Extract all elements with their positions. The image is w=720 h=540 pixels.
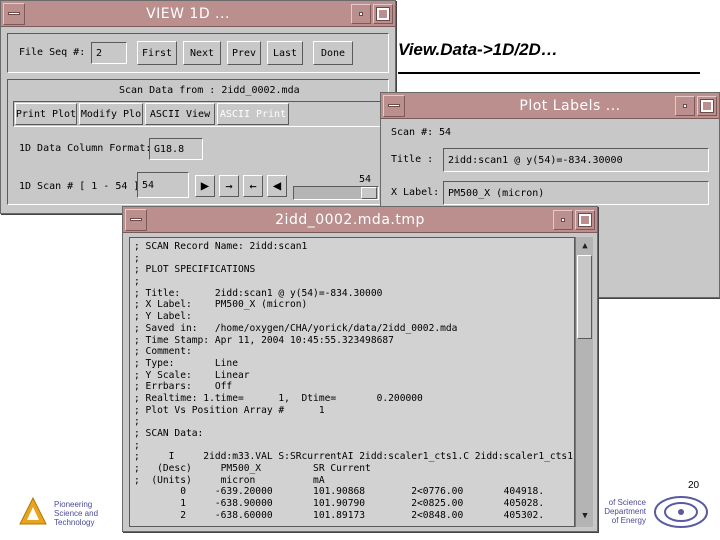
minimize-icon[interactable] (553, 209, 573, 230)
ascii-line: ; X Label: PM500_X (micron) (134, 299, 308, 311)
modify-plot-menu[interactable]: Modify Plo (79, 103, 143, 125)
ascii-title: 2idd_0002.mda.tmp (275, 211, 425, 228)
scroll-down-icon[interactable]: ▼ (578, 509, 592, 523)
ascii-line: ; (134, 252, 140, 264)
minimize-icon[interactable] (675, 95, 695, 116)
column-format-input[interactable]: G18.8 (149, 138, 203, 160)
ascii-line: ; Y Scale: Linear (134, 369, 250, 381)
ascii-line: 0 -639.20000 101.90868 2<0776.00 404918. (134, 486, 545, 498)
window-menu-icon[interactable] (3, 2, 25, 25)
scan-range-label: 1D Scan # [ 1 - 54 ]: (19, 181, 146, 192)
window-menu-icon[interactable] (125, 208, 147, 231)
footer-left-text: Pioneering Science and Technology (54, 500, 98, 527)
ascii-line: ; Errbars: Off (134, 381, 233, 393)
ascii-lines: ; SCAN Record Name: 2idd:scan1;; PLOT SP… (130, 241, 574, 522)
last-button[interactable]: Last (267, 41, 303, 65)
plot-xlabel-input[interactable]: PM500_X (micron) (443, 181, 709, 205)
done-button[interactable]: Done (313, 41, 353, 65)
ascii-line: ; (Desc) PM500_X SR Current (134, 463, 371, 475)
plot-labels-titlebar[interactable]: Plot Labels ... (381, 93, 719, 119)
maximize-icon[interactable] (575, 209, 595, 230)
ascii-view-menu[interactable]: ASCII View (145, 103, 215, 125)
footer-right-line: of Science (608, 498, 646, 507)
play-back-icon: ◀ (272, 178, 282, 194)
play-forward-button[interactable]: ▶ (195, 175, 215, 197)
view1d-window: VIEW 1D ... File Seq #: 2 First Next Pre… (0, 0, 396, 214)
ascii-line: 2 -638.60000 101.89173 2<0848.00 405302. (134, 509, 545, 521)
ascii-line: ; SCAN Record Name: 2idd:scan1 (134, 241, 308, 252)
ascii-line: ; Time Stamp: Apr 11, 2004 10:45:55.3234… (134, 334, 394, 346)
ascii-line: ; Plot Vs Position Array # 1 (134, 404, 325, 416)
slider-value: 54 (359, 174, 372, 185)
footer-right-text: of Science Department of Energy (600, 498, 646, 525)
doe-logo-icon (654, 496, 708, 528)
ascii-line: ; Realtime: 1.time= 1, Dtime= 0.200000 (134, 392, 423, 404)
maximize-icon[interactable] (697, 95, 717, 116)
plot-labels-title: Plot Labels ... (519, 97, 621, 114)
scan-slider-thumb[interactable] (361, 187, 377, 199)
file-seq-input[interactable]: 2 (91, 42, 127, 64)
scan-data-from: Scan Data from : 2idd_0002.mda (119, 85, 300, 96)
plot-title-label: Title : (391, 154, 434, 165)
view1d-title: VIEW 1D ... (146, 5, 230, 22)
ascii-line: ; Type: Line (134, 357, 238, 369)
ascii-text-area[interactable]: ; SCAN Record Name: 2idd:scan1;; PLOT SP… (129, 237, 575, 527)
file-seq-label: File Seq #: (19, 47, 86, 58)
next-button[interactable]: Next (183, 41, 221, 65)
print-plot-menu[interactable]: Print Plot (15, 103, 77, 125)
ascii-line: ; Title: 2idd:scan1 @ y(54)=-834.30000 (134, 287, 383, 299)
ascii-line: ; I 2idd:m33.VAL S:SRcurrentAI 2idd:scal… (134, 451, 575, 463)
vertical-scrollbar[interactable]: ▲ ▼ (575, 237, 593, 527)
ascii-line: ; (134, 439, 140, 451)
first-button[interactable]: First (137, 41, 177, 65)
ascii-line: ; SCAN Data: (134, 428, 204, 439)
plot-xlabel-label: X Label: (391, 187, 440, 198)
ascii-line: ; (134, 276, 140, 288)
ascii-print-menu[interactable]: ASCII Print (217, 103, 289, 125)
slide-caption: View.Data->1D/2D… (398, 40, 558, 59)
ascii-line: 1 -638.90000 101.90790 2<0825.00 405028. (134, 498, 545, 510)
scroll-thumb[interactable] (577, 255, 592, 339)
lab-logo-icon (19, 496, 47, 525)
view1d-titlebar[interactable]: VIEW 1D ... (1, 1, 395, 27)
step-forward-button[interactable]: → (219, 175, 239, 197)
step-back-button[interactable]: ← (243, 175, 263, 197)
page-number: 20 (688, 480, 700, 491)
footer-right-line: Department (604, 507, 646, 516)
arrow-left-icon: ← (249, 179, 257, 193)
ascii-line: ; (Units) micron mA (134, 474, 325, 486)
ascii-view-window: 2idd_0002.mda.tmp ; SCAN Record Name: 2i… (122, 206, 598, 532)
scan-number-input[interactable]: 54 (137, 172, 189, 198)
arrow-right-icon: → (225, 179, 233, 193)
scroll-up-icon[interactable]: ▲ (578, 239, 592, 253)
ascii-line: ; (134, 416, 140, 428)
ascii-line: ; Comment: (134, 346, 192, 358)
ascii-line: ; Y Label: (134, 311, 192, 323)
plot-title-input[interactable]: 2idd:scan1 @ y(54)=-834.30000 (443, 148, 709, 172)
footer-left-line: Science and (54, 509, 99, 518)
maximize-icon[interactable] (373, 3, 393, 24)
play-back-button[interactable]: ◀ (267, 175, 287, 197)
column-format-label: 1D Data Column Format: (19, 143, 152, 154)
window-menu-icon[interactable] (383, 94, 405, 117)
caption-underline (398, 72, 700, 74)
ascii-line: ; PLOT SPECIFICATIONS (134, 264, 256, 276)
prev-button[interactable]: Prev (227, 41, 261, 65)
footer-left-line: Technology (54, 518, 95, 527)
footer-left-line: Pioneering (54, 500, 93, 509)
ascii-titlebar[interactable]: 2idd_0002.mda.tmp (123, 207, 597, 233)
footer-right-line: of Energy (611, 516, 646, 525)
play-forward-icon: ▶ (200, 178, 210, 194)
plot-scan-value: 54 (439, 127, 452, 138)
ascii-line: ; Saved in: /home/oxygen/CHA/yorick/data… (134, 322, 458, 334)
minimize-icon[interactable] (351, 3, 371, 24)
plot-scan-label: Scan #: (391, 127, 434, 138)
